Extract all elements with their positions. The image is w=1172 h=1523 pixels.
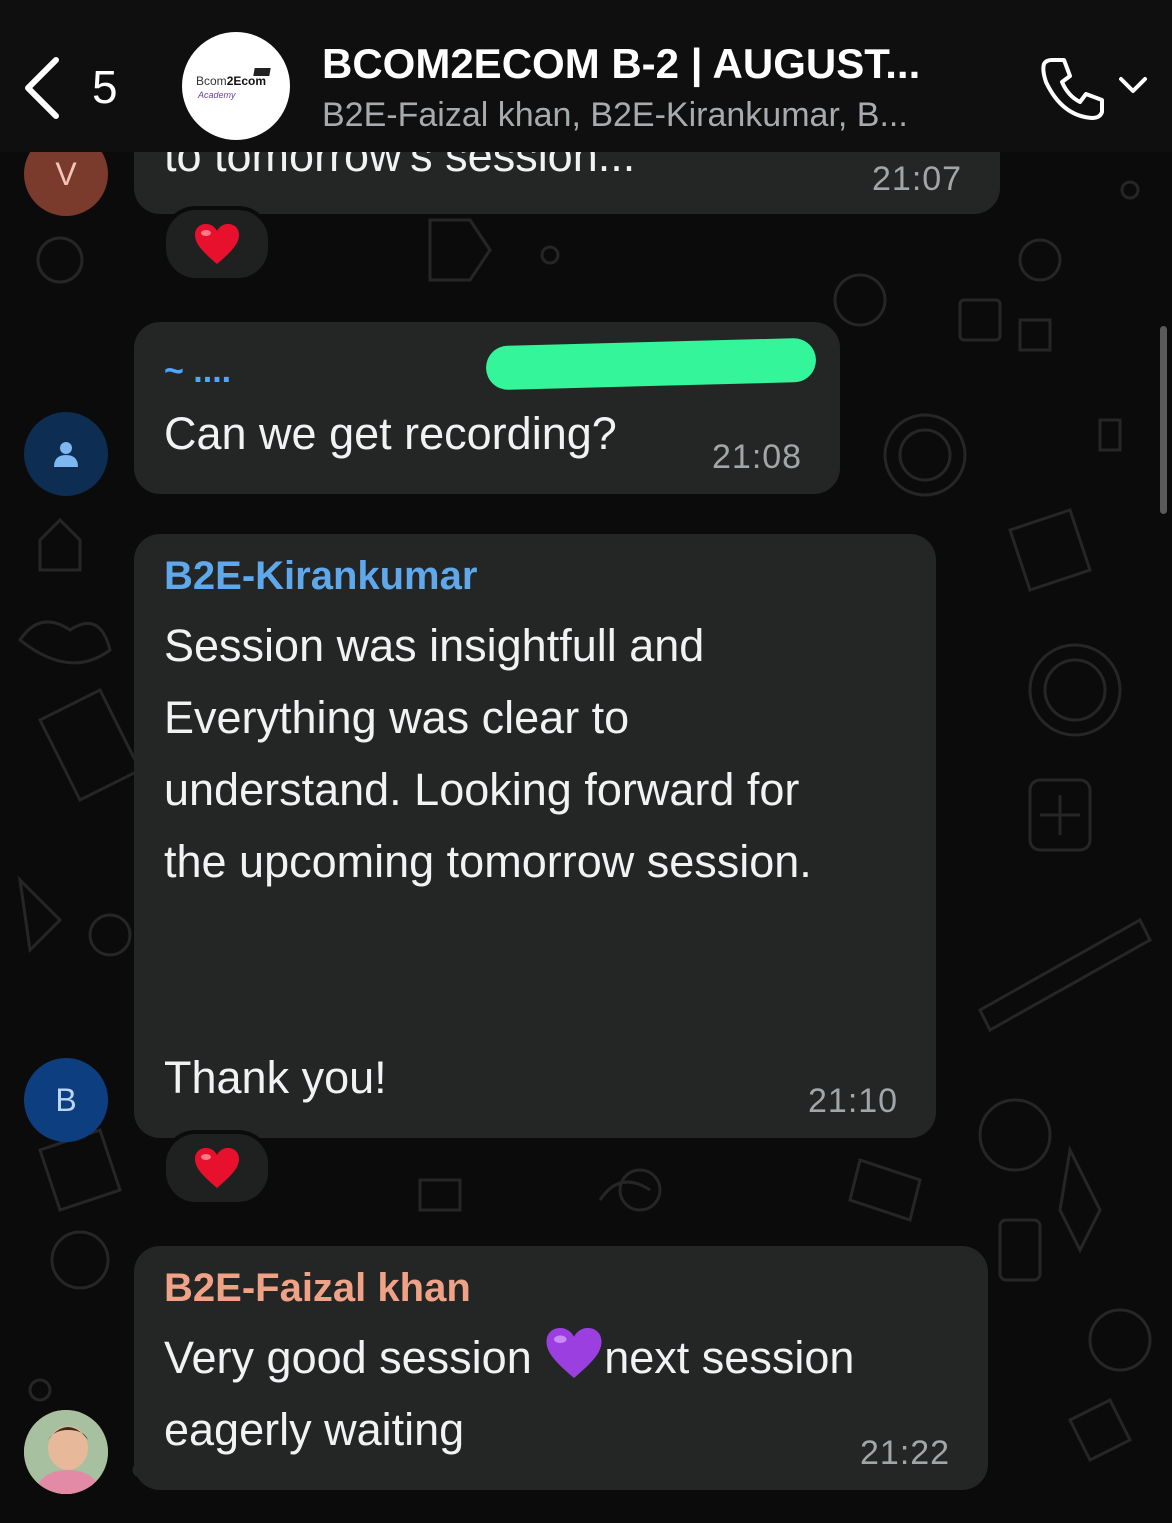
message-bubble[interactable]: B2E-Faizal khan Very good session next s… [134,1246,988,1490]
message-text: Session was insightfull and Everything w… [164,620,812,1103]
message-text-line: eagerly waiting [164,1404,465,1455]
message-text: Very good session next session [164,1322,854,1394]
group-title[interactable]: BCOM2ECOM B-2 | AUGUST... [322,40,962,88]
group-avatar[interactable]: Bcom2Ecom Academy [182,32,290,140]
back-button[interactable]: 5 [22,52,132,122]
photo-avatar-icon [24,1410,108,1494]
red-heart-icon [195,224,239,264]
message-text-part: next session [604,1332,855,1383]
chevron-down-icon [1119,77,1147,93]
message-bubble[interactable]: B2E-Kirankumar Session was insightfull a… [134,534,936,1138]
purple-heart-icon [546,1328,602,1378]
avatar[interactable] [24,1410,108,1494]
person-icon [54,442,78,467]
chat-header: 5 Bcom2Ecom Academy BCOM2ECOM B-2 | AUGU… [0,0,1172,152]
reaction-badge[interactable] [162,206,272,282]
sender-name[interactable]: ~ .... [164,352,231,391]
logo-subtext: Academy [198,90,236,100]
message-text-part: Very good session [164,1332,545,1383]
message-time: 21:07 [872,160,963,198]
phone-icon [1041,58,1104,120]
redaction-mark [485,337,817,391]
red-heart-icon [195,1148,239,1188]
message-time: 21:22 [860,1434,951,1472]
message-time: 21:08 [712,438,803,476]
logo-text: Bcom2Ecom [196,74,267,88]
chevron-left-icon [25,57,59,119]
sender-name[interactable]: B2E-Kirankumar [164,554,477,599]
message-text: Can we get recording? [164,408,617,459]
avatar[interactable] [24,412,108,496]
sender-name[interactable]: B2E-Faizal khan [164,1266,471,1311]
unread-count: 5 [92,61,118,113]
call-button[interactable] [1038,52,1150,122]
scrollbar[interactable] [1160,326,1167,514]
group-members[interactable]: B2E-Faizal khan, B2E-Kirankumar, B... [322,96,962,135]
reaction-badge[interactable] [162,1130,272,1206]
message-time: 21:10 [808,1082,899,1120]
avatar[interactable]: B [24,1058,108,1142]
